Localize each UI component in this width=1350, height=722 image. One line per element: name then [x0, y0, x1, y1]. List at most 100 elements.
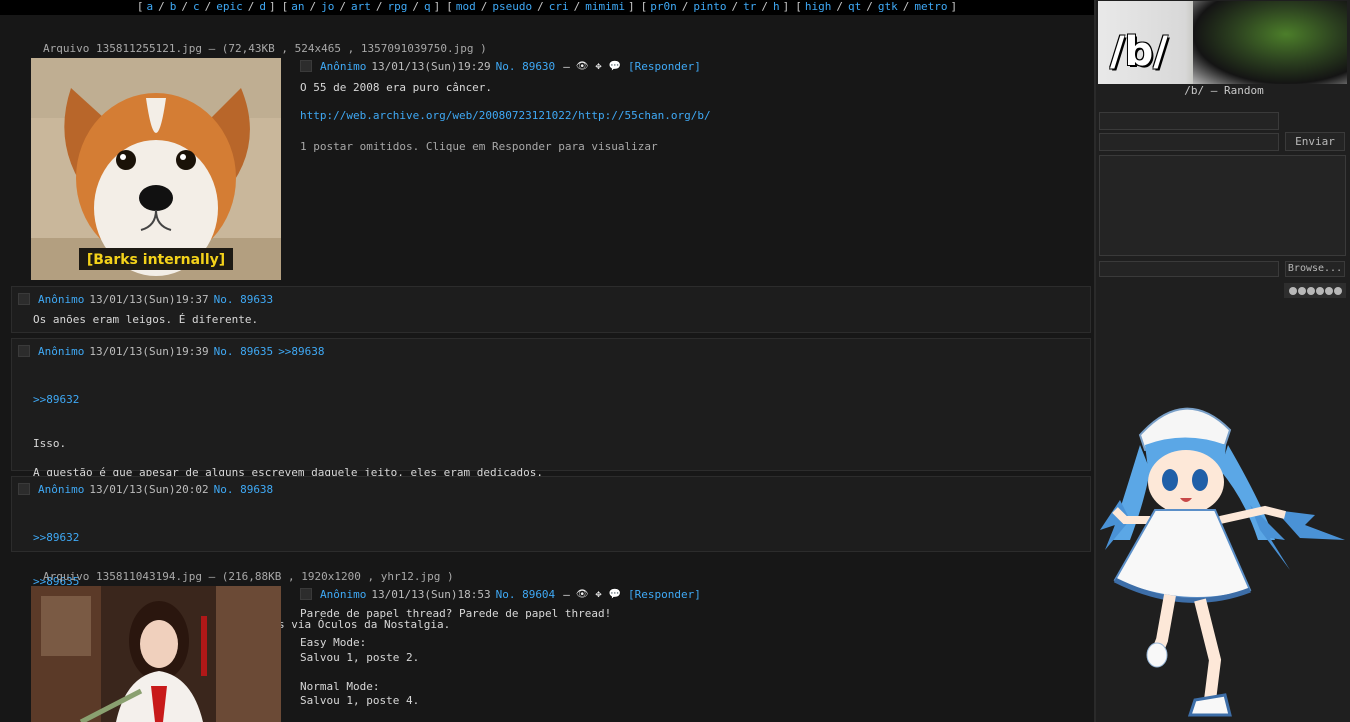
poster-name: Anônimo: [320, 59, 367, 73]
nav-board-link[interactable]: art: [351, 0, 371, 13]
nav-board-link[interactable]: cri: [549, 0, 569, 13]
post-checkbox[interactable]: [18, 293, 30, 305]
move-icon[interactable]: ✥: [596, 61, 602, 72]
eye-icon[interactable]: 👁: [576, 61, 589, 72]
quote-link[interactable]: >>89632: [33, 393, 1090, 408]
board-banner[interactable]: /b/: [1098, 1, 1347, 84]
nav-separator: /: [480, 0, 488, 13]
nav-separator: /: [309, 0, 317, 13]
thread-thumbnail-photo[interactable]: [31, 586, 281, 722]
post-checkbox[interactable]: [300, 588, 312, 600]
post-number[interactable]: No. 89633: [214, 293, 274, 306]
nav-board-link[interactable]: jo: [321, 0, 334, 13]
nav-separator: /: [866, 0, 873, 13]
banner-figure: [1193, 1, 1347, 84]
eye-icon[interactable]: 👁: [576, 589, 589, 600]
archive-link[interactable]: http://web.archive.org/web/2008072312102…: [300, 109, 1080, 122]
post-header: Anônimo 13/01/13(Sun)19:37 No. 89633: [18, 292, 1090, 306]
nav-board-link[interactable]: tr: [743, 0, 756, 13]
dog-image: [31, 58, 281, 280]
post-date: 13/01/13(Sun)19:39: [89, 344, 209, 358]
speech-bubble-icon[interactable]: 💬: [609, 589, 621, 600]
quote-link[interactable]: >>89632: [33, 531, 1090, 546]
post-checkbox[interactable]: [18, 345, 30, 357]
nav-separator: /: [573, 0, 581, 13]
backlink[interactable]: >>89638: [278, 345, 324, 358]
nav-separator: /: [412, 0, 419, 13]
op-post: Anônimo 13/01/13(Sun)18:53 No. 89604 – 👁…: [300, 587, 1080, 709]
thread-thumbnail-dog[interactable]: [Barks internally]: [31, 58, 281, 280]
nav-bracket: [: [640, 0, 648, 13]
post-number[interactable]: No. 89638: [214, 483, 274, 496]
nav-separator: /: [902, 0, 910, 13]
nav-bracket: ]: [950, 0, 958, 13]
nav-board-link[interactable]: pseudo: [492, 0, 532, 13]
post-header: Anônimo 13/01/13(Sun)19:29 No. 89630 – 👁…: [300, 59, 1080, 73]
nav-board-link[interactable]: d: [259, 0, 266, 13]
captcha-dot: [1324, 286, 1333, 295]
board-title: /b/ – Random: [1184, 84, 1264, 97]
nav-separator: /: [247, 0, 255, 13]
nav-separator: /: [731, 0, 739, 13]
nav-separator: /: [836, 0, 843, 13]
post-header: Anônimo 13/01/13(Sun)18:53 No. 89604 – 👁…: [300, 587, 1080, 601]
post-checkbox[interactable]: [300, 60, 312, 72]
post-checkbox[interactable]: [18, 483, 30, 495]
submit-button[interactable]: Enviar: [1285, 132, 1345, 151]
nav-board-link[interactable]: c: [193, 0, 200, 13]
nav-board-link[interactable]: pinto: [693, 0, 726, 13]
nav-board-link[interactable]: pr0n: [650, 0, 677, 13]
nav-separator: /: [181, 0, 188, 13]
post-number[interactable]: No. 89604: [496, 588, 556, 601]
nav-board-link[interactable]: qt: [848, 0, 861, 13]
nav-board-link[interactable]: mimimi: [585, 0, 625, 13]
photo-image: [31, 586, 281, 722]
name-field[interactable]: [1099, 112, 1279, 130]
nav-board-link[interactable]: epic: [216, 0, 243, 13]
reply-link[interactable]: [Responder]: [628, 588, 701, 601]
nav-bracket: ]: [782, 0, 790, 13]
sidebar: /b/ /b/ – Random Enviar Browse...: [1094, 0, 1350, 722]
captcha-dot: [1297, 286, 1306, 295]
nav-board-link[interactable]: b: [170, 0, 177, 13]
post-date: 13/01/13(Sun)19:37: [89, 292, 209, 306]
post-text: O 55 de 2008 era puro câncer.: [300, 81, 493, 94]
message-textarea[interactable]: [1099, 155, 1346, 256]
post-number[interactable]: No. 89635: [214, 345, 274, 358]
banner-text: /b/: [1110, 29, 1168, 75]
nav-board-link[interactable]: h: [773, 0, 780, 13]
nav-board-link[interactable]: metro: [914, 0, 947, 13]
nav-board-link[interactable]: gtk: [878, 0, 898, 13]
speech-bubble-icon[interactable]: 💬: [609, 61, 621, 72]
post-date: 13/01/13(Sun)18:53: [371, 587, 491, 601]
reply-post-89635: Anônimo 13/01/13(Sun)19:39 No. 89635 >>8…: [11, 338, 1091, 537]
nav-board-link[interactable]: an: [291, 0, 304, 13]
mascot-illustration: [1100, 407, 1345, 717]
captcha-dot: [1333, 286, 1342, 295]
board-navigation: [a / b / c / epic / d][an / jo / art / rpg / q][mod / pseu…: [0, 0, 1094, 15]
post-text: Os anões eram leigos. É diferente.: [33, 313, 259, 326]
nav-separator: /: [537, 0, 544, 13]
separator-dash: –: [563, 59, 570, 73]
move-icon[interactable]: ✥: [596, 589, 602, 600]
nav-board-link[interactable]: rpg: [388, 0, 408, 13]
captcha-dot: [1306, 286, 1315, 295]
nav-board-link[interactable]: a: [147, 0, 154, 13]
file-info: Arquivo 135811255121.jpg – (72,43KB , 52…: [43, 42, 487, 55]
post-date: 13/01/13(Sun)19:29: [371, 59, 491, 73]
subject-field[interactable]: [1099, 133, 1279, 151]
nav-board-link[interactable]: mod: [456, 0, 476, 13]
post-header: Anônimo 13/01/13(Sun)19:39 No. 89635 >>8…: [18, 344, 1090, 358]
browse-button[interactable]: Browse...: [1285, 261, 1345, 277]
nav-board-link[interactable]: q: [424, 0, 431, 13]
file-path-field[interactable]: [1099, 261, 1279, 277]
nav-separator: /: [158, 0, 165, 13]
nav-separator: /: [761, 0, 768, 13]
post-number[interactable]: No. 89630: [496, 60, 556, 73]
nav-bracket: ]: [269, 0, 276, 13]
post-date: 13/01/13(Sun)20:02: [89, 482, 209, 496]
nav-board-link[interactable]: high: [805, 0, 832, 13]
reply-link[interactable]: [Responder]: [628, 60, 701, 73]
poster-name: Anônimo: [38, 344, 85, 358]
thumb-caption: [Barks internally]: [86, 252, 226, 268]
